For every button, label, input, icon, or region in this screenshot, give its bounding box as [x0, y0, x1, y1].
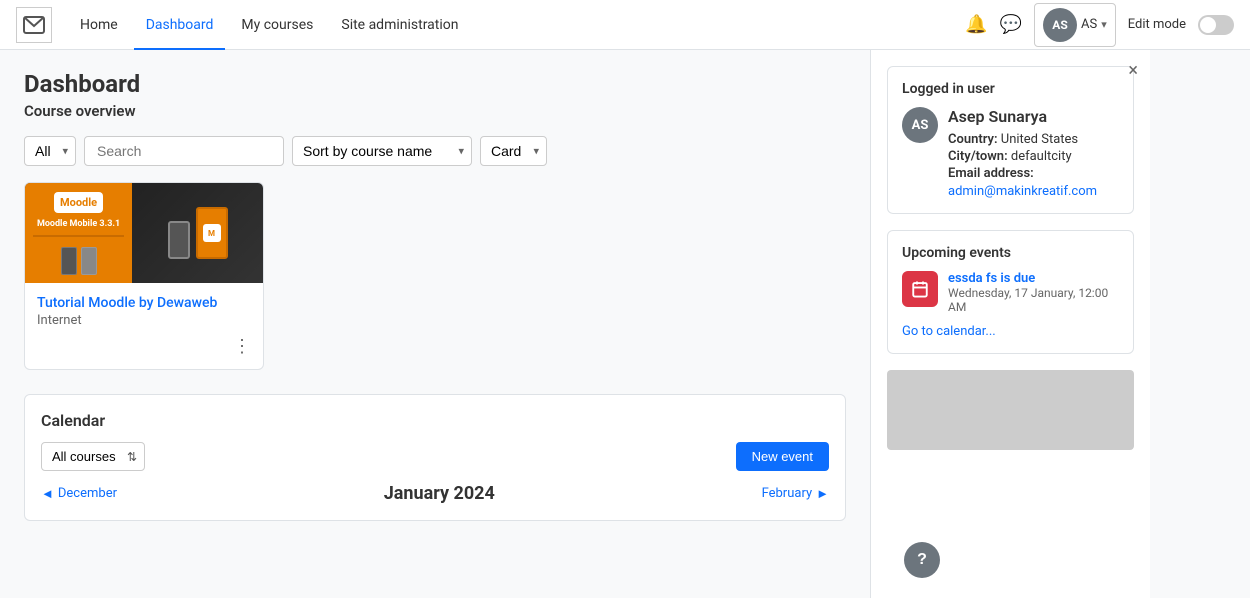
user-avatar-small: AS	[1043, 8, 1077, 42]
user-avatar-large: AS	[902, 107, 938, 143]
nav-links: Home Dashboard My courses Site administr…	[68, 0, 965, 50]
nav-dashboard[interactable]: Dashboard	[134, 0, 226, 50]
event-icon	[902, 271, 938, 307]
filter-row: All Sort by course name Card	[24, 136, 846, 166]
current-month-label: January 2024	[384, 483, 495, 504]
all-filter-select[interactable]: All	[24, 136, 76, 166]
next-month-label: February	[762, 486, 813, 501]
course-card-body: Tutorial Moodle by Dewaweb Internet ⋮	[25, 283, 263, 369]
messages-icon[interactable]: 💬	[1000, 14, 1022, 35]
nav-site-admin[interactable]: Site administration	[329, 0, 470, 50]
view-filter-wrapper: Card	[480, 136, 547, 166]
site-logo	[16, 7, 52, 43]
user-email-link[interactable]: admin@makinkreatif.com	[948, 184, 1097, 199]
user-country: Country: United States	[948, 132, 1097, 147]
view-filter-select[interactable]: Card	[480, 136, 547, 166]
go-to-calendar-link[interactable]: Go to calendar...	[902, 324, 1119, 339]
search-input[interactable]	[84, 136, 284, 166]
upcoming-title: Upcoming events	[902, 245, 1119, 261]
user-dropdown-chevron: ▾	[1101, 18, 1107, 31]
moodle-logo: Moodle	[54, 192, 103, 213]
course-card: Moodle Moodle Mobile 3.3.1	[24, 182, 264, 370]
notifications-icon[interactable]: 🔔	[965, 14, 987, 35]
all-filter-wrapper: All	[24, 136, 76, 166]
event-date: Wednesday, 17 January, 12:00 AM	[948, 286, 1119, 314]
new-event-button[interactable]: New event	[736, 442, 829, 471]
user-menu-button[interactable]: AS AS ▾	[1034, 3, 1116, 47]
city-value: defaultcity	[1011, 149, 1072, 164]
course-card-image: Moodle Moodle Mobile 3.3.1	[25, 183, 263, 283]
prev-month-link[interactable]: ◄ December	[41, 486, 117, 502]
help-button[interactable]: ?	[904, 542, 940, 578]
user-initials-label: AS	[1081, 17, 1097, 32]
logged-in-section: Logged in user AS Asep Sunarya Country: …	[887, 66, 1134, 214]
user-city: City/town: defaultcity	[948, 149, 1097, 164]
event-details: essda fs is due Wednesday, 17 January, 1…	[948, 271, 1119, 314]
nav-home[interactable]: Home	[68, 0, 130, 50]
sidebar-close-button[interactable]: ×	[1128, 62, 1138, 80]
calendar-section: Calendar All courses New event ◄ Decembe…	[24, 394, 846, 521]
page-title: Dashboard	[24, 70, 846, 98]
course-card-menu-button[interactable]: ⋮	[37, 336, 251, 357]
prev-month-label: December	[58, 486, 117, 501]
course-cards-row: Moodle Moodle Mobile 3.3.1	[24, 182, 846, 370]
prev-arrow-icon: ◄	[41, 486, 54, 502]
user-details: Asep Sunarya Country: United States City…	[948, 107, 1097, 199]
course-img-left: Moodle Moodle Mobile 3.3.1	[25, 183, 132, 283]
calendar-filter-wrapper: All courses	[41, 442, 145, 471]
sort-filter-select[interactable]: Sort by course name	[292, 136, 472, 166]
edit-mode-label: Edit mode	[1128, 17, 1186, 32]
user-info-row: AS Asep Sunarya Country: United States C…	[902, 107, 1119, 199]
course-title[interactable]: Tutorial Moodle by Dewaweb	[37, 295, 251, 311]
country-value: United States	[1001, 132, 1078, 147]
edit-mode-toggle[interactable]	[1198, 15, 1234, 35]
calendar-nav: ◄ December January 2024 February ►	[41, 483, 829, 504]
section-title: Course overview	[24, 102, 846, 120]
calendar-controls: All courses New event	[41, 442, 829, 471]
user-email-label: Email address:	[948, 166, 1097, 181]
upcoming-section: Upcoming events essda fs is due Wednesda…	[887, 230, 1134, 354]
calendar-title: Calendar	[41, 411, 829, 430]
nav-my-courses[interactable]: My courses	[229, 0, 325, 50]
next-arrow-icon: ►	[816, 486, 829, 502]
sidebar-image-placeholder	[887, 370, 1134, 450]
event-name[interactable]: essda fs is due	[948, 271, 1119, 286]
event-item: essda fs is due Wednesday, 17 January, 1…	[902, 271, 1119, 314]
calendar-filter-select[interactable]: All courses	[41, 442, 145, 471]
course-subtitle: Moodle Mobile 3.3.1	[37, 219, 120, 229]
course-img-right: M	[132, 183, 263, 283]
next-month-link[interactable]: February ►	[762, 486, 829, 502]
course-category: Internet	[37, 313, 251, 328]
logged-in-title: Logged in user	[902, 81, 1119, 97]
sort-filter-wrapper: Sort by course name	[292, 136, 472, 166]
user-name: Asep Sunarya	[948, 107, 1097, 126]
sidebar-panel: × Logged in user AS Asep Sunarya Country…	[870, 50, 1150, 598]
